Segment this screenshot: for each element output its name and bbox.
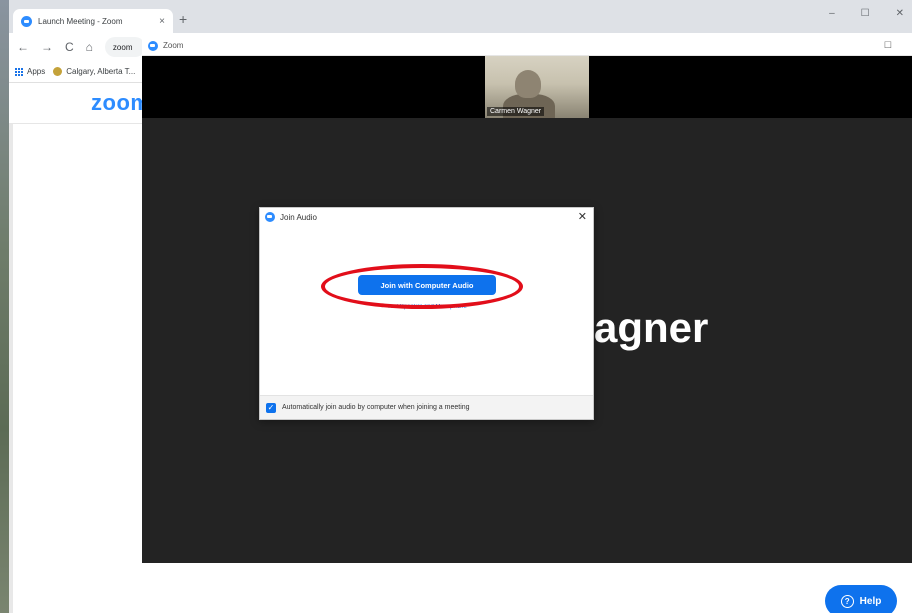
dialog-title: Join Audio <box>280 212 317 222</box>
browser-tab[interactable]: Launch Meeting - Zoom × <box>13 9 173 33</box>
minimize-button[interactable]: – <box>829 8 835 19</box>
bookmark-apps[interactable]: Apps <box>15 67 45 76</box>
zoom-favicon-icon <box>21 15 32 27</box>
site-favicon-icon <box>53 67 63 77</box>
new-tab-button[interactable]: + <box>179 12 187 26</box>
test-speaker-microphone-link[interactable]: Test Speaker and Microphone <box>377 304 477 310</box>
address-text: zoom <box>112 42 133 52</box>
tab-close-icon[interactable]: × <box>159 16 165 27</box>
apps-grid-icon <box>15 67 23 76</box>
auto-join-checkbox[interactable]: ✓ <box>266 402 276 413</box>
close-window-button[interactable]: ✕ <box>896 8 904 19</box>
zoom-titlebar: Zoom ☐ <box>142 36 912 56</box>
bookmark-calgary[interactable]: Calgary, Alberta T... <box>53 67 135 77</box>
participant-thumb-label: Carmen Wagner <box>487 107 545 116</box>
page-sidebar-edge <box>9 124 13 613</box>
tab-title: Launch Meeting - Zoom <box>38 16 123 26</box>
dialog-titlebar: Join Audio <box>260 208 593 226</box>
address-bar[interactable]: zoom <box>104 37 145 57</box>
zoom-window-title: Zoom <box>163 41 184 50</box>
zoom-app-icon <box>148 40 158 51</box>
forward-button[interactable]: → <box>41 40 53 54</box>
zoom-maximize-button[interactable]: ☐ <box>884 40 892 51</box>
screen: Launch Meeting - Zoom × + – ☐ ✕ ← → C ⌂ … <box>0 0 912 613</box>
participant-display-name: agner <box>594 304 709 351</box>
zoom-app-icon <box>265 212 275 222</box>
window-controls: – ☐ ✕ <box>829 8 904 19</box>
video-thumbnail-strip: Carmen Wagner <box>142 56 912 118</box>
help-button[interactable]: ? Help <box>825 585 897 613</box>
join-computer-audio-button[interactable]: Join with Computer Audio <box>358 275 496 295</box>
close-icon[interactable]: ✕ <box>578 210 587 223</box>
reload-button[interactable]: C <box>65 40 74 54</box>
participant-video-thumbnail[interactable]: Carmen Wagner <box>485 56 589 118</box>
dialog-footer: ✓ Automatically join audio by computer w… <box>260 395 593 419</box>
participant-head <box>515 70 541 98</box>
back-button[interactable]: ← <box>17 40 29 54</box>
home-button[interactable]: ⌂ <box>86 40 93 54</box>
desktop-background <box>0 0 9 613</box>
tab-strip: Launch Meeting - Zoom × + – ☐ ✕ <box>9 0 912 33</box>
join-audio-dialog: Join Audio ✕ Join with Computer Audio Te… <box>259 207 594 420</box>
help-circle-icon: ? <box>840 594 854 608</box>
maximize-button[interactable]: ☐ <box>861 8 870 19</box>
auto-join-label: Automatically join audio by computer whe… <box>282 404 470 411</box>
help-label: Help <box>859 595 882 607</box>
